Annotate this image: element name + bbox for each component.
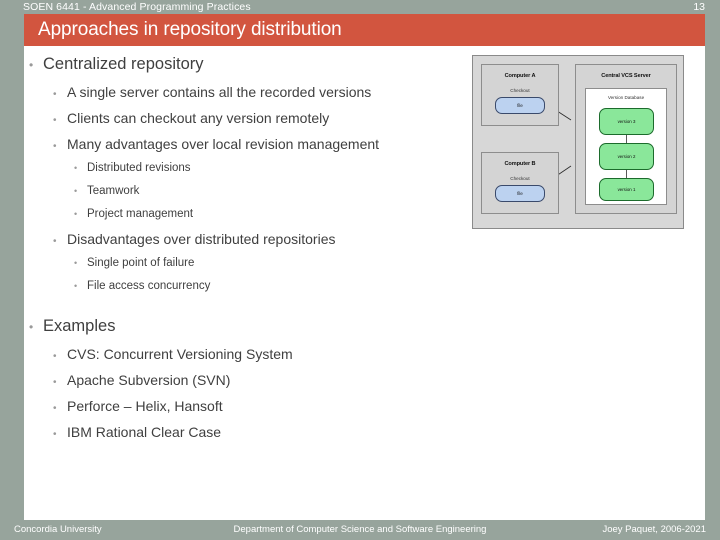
bullet-level2: • Perforce – Helix, Hansoft: [24, 393, 464, 419]
bullet-text: Clients can checkout any version remotel…: [67, 110, 330, 126]
bullet-text: Project management: [87, 208, 194, 220]
bullet-text: A single server contains all the recorde…: [67, 84, 372, 100]
diagram-version-database-box: Version Database version 3 version 2 ver…: [585, 88, 667, 205]
bullet-list: • Centralized repository • A single serv…: [24, 50, 464, 450]
bullet-dot-icon: •: [74, 258, 78, 268]
diagram-version-database-label: Version Database: [607, 95, 645, 100]
slide: SOEN 6441 - Advanced Programming Practic…: [0, 0, 720, 540]
diagram-computer-b-title: Computer B: [504, 161, 536, 167]
diagram-version-node: version 3: [599, 108, 654, 135]
bullet-text: Many advantages over local revision mana…: [67, 136, 380, 152]
bullet-dot-icon: •: [29, 58, 34, 72]
bullet-text: Apache Subversion (SVN): [67, 372, 231, 388]
bullet-level2: • Many advantages over local revision ma…: [24, 131, 464, 157]
course-title: SOEN 6441 - Advanced Programming Practic…: [23, 1, 251, 13]
bullet-level1: • Examples: [24, 312, 464, 341]
footer-department: Department of Computer Science and Softw…: [233, 524, 487, 535]
bullet-level2: • IBM Rational Clear Case: [24, 419, 464, 445]
bullet-level3: • File access concurrency: [24, 275, 464, 298]
bullet-dot-icon: •: [74, 186, 78, 196]
bullet-level2: • Clients can checkout any version remot…: [24, 105, 464, 131]
bullet-dot-icon: •: [74, 209, 78, 219]
bullet-text: Examples: [43, 317, 116, 335]
bullet-level3: • Distributed revisions: [24, 157, 464, 180]
bullet-level2: • A single server contains all the recor…: [24, 79, 464, 105]
diagram-computer-a-box: Computer A Checkout file: [481, 64, 559, 126]
bullet-text: Perforce – Helix, Hansoft: [67, 398, 223, 414]
bullet-text: Distributed revisions: [87, 162, 191, 174]
bullet-level3: • Single point of failure: [24, 252, 464, 275]
bullet-text: Single point of failure: [87, 257, 195, 269]
bullet-level3: • Project management: [24, 203, 464, 226]
diagram-server-title: Central VCS Server: [601, 73, 651, 79]
bullet-text: Centralized repository: [43, 55, 204, 73]
slide-title: Approaches in repository distribution: [38, 19, 342, 40]
footer-university: Concordia University: [14, 524, 102, 535]
bullet-dot-icon: •: [53, 429, 57, 440]
slide-footer: Concordia University Department of Compu…: [0, 520, 720, 540]
diagram-version-node: version 2: [599, 143, 654, 170]
diagram-computer-b-caption: Checkout: [510, 176, 530, 181]
bullet-text: CVS: Concurrent Versioning System: [67, 346, 293, 362]
bullet-text: Teamwork: [87, 185, 140, 197]
bullet-text: Disadvantages over distributed repositor…: [67, 231, 336, 247]
bullet-level2: • Disadvantages over distributed reposit…: [24, 226, 464, 252]
bullet-dot-icon: •: [29, 320, 34, 334]
centralized-vcs-diagram: Computer A Checkout file Computer B Chec…: [472, 55, 684, 229]
bullet-dot-icon: •: [74, 163, 78, 173]
bullet-level2: • CVS: Concurrent Versioning System: [24, 341, 464, 367]
page-number: 13: [693, 1, 705, 13]
diagram-computer-b-file-node: file: [495, 185, 545, 202]
bullet-level1: • Centralized repository: [24, 50, 464, 79]
diagram-computer-a-file-node: file: [495, 97, 545, 114]
bullet-level3: • Teamwork: [24, 180, 464, 203]
diagram-version-node: version 1: [599, 178, 654, 201]
diagram-computer-a-caption: Checkout: [510, 88, 530, 93]
bullet-text: IBM Rational Clear Case: [67, 424, 222, 440]
diagram-computer-a-title: Computer A: [504, 73, 536, 79]
bullet-level2: • Apache Subversion (SVN): [24, 367, 464, 393]
diagram-server-box: Central VCS Server Version Database vers…: [575, 64, 677, 214]
bullet-dot-icon: •: [74, 281, 78, 291]
diagram-computer-b-box: Computer B Checkout file: [481, 152, 559, 214]
footer-author: Joey Paquet, 2006-2021: [602, 524, 706, 535]
bullet-text: File access concurrency: [87, 280, 211, 292]
